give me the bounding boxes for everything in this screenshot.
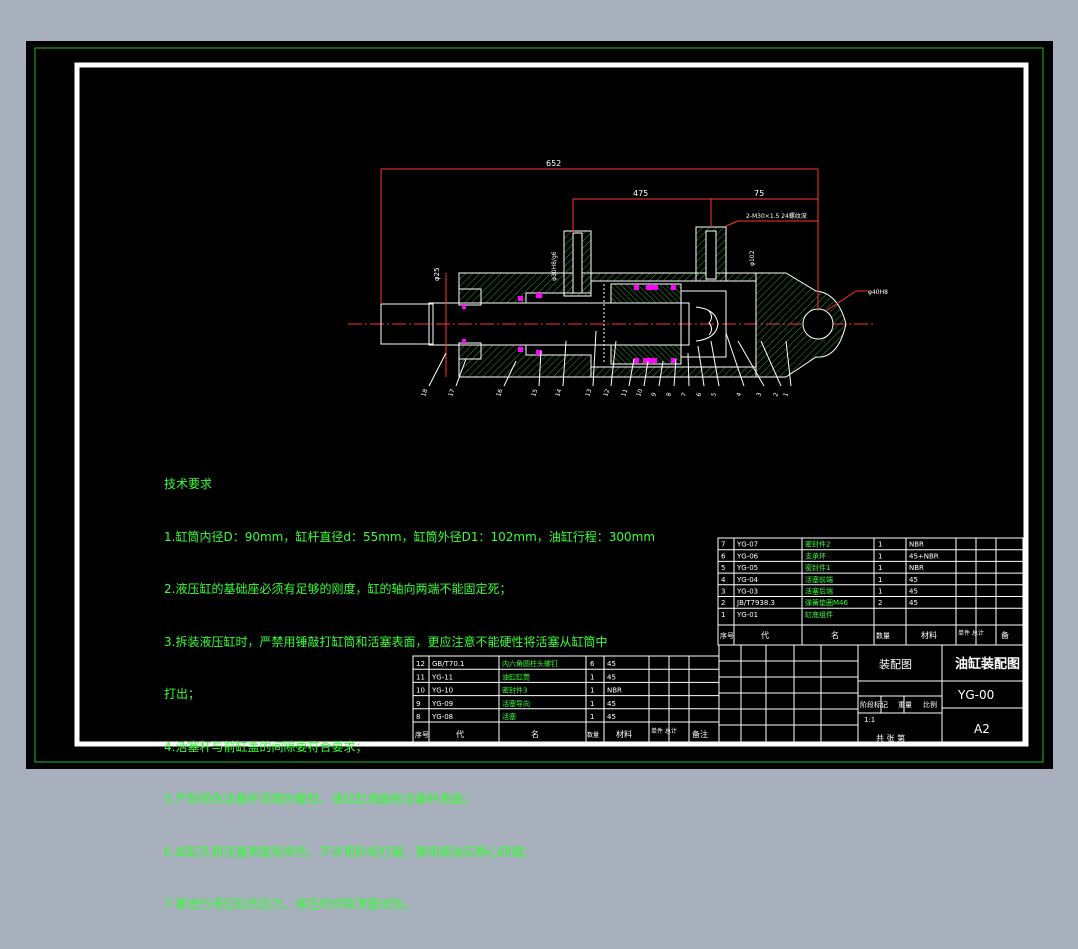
- bom-cell-code: JB/T7938.3: [736, 599, 775, 607]
- bom-cell-name: 活塞前端: [805, 575, 833, 584]
- balloon-label: 1: [782, 392, 790, 398]
- bom-cell-mat: 45: [909, 576, 918, 584]
- title-scale: 比例: [923, 700, 937, 709]
- balloon-leader: [710, 340, 720, 387]
- bom-cell-name: 弹簧垫圈M46: [805, 598, 848, 607]
- balloon-label: 3: [755, 392, 763, 398]
- notes-line-7: 6.如缸孔和活塞表面有损伤，不许用砂纸打磨，要用细油石精心研磨；: [164, 844, 536, 859]
- bom-header-no: 序号: [720, 631, 734, 640]
- notes-line-5: 4.活塞杆与前缸盖的间隙要符合要求；: [164, 739, 368, 754]
- notes-line-4: 打出；: [164, 687, 201, 701]
- bom-cell-code: YG-04: [736, 576, 759, 584]
- bom-header-code: 代: [761, 630, 769, 640]
- bom-cell-qty: 1: [878, 564, 882, 572]
- bom-cell-name: 活塞后端: [805, 587, 833, 596]
- title-block-text: 装配图 油缸装配图 YG-00 A2 阶段标记 重量 比例 1:1 共 张 第: [860, 656, 1020, 743]
- bom-cell-no: 3: [721, 588, 725, 596]
- title-weight: 重量: [898, 701, 912, 709]
- dim-phi25: φ25: [433, 267, 441, 281]
- bom-cell-name: 缸底组件: [805, 610, 833, 619]
- dim-port-spec: 2-M30×1.5 24螺纹深: [746, 212, 807, 220]
- balloon-leader: [697, 345, 705, 387]
- bom-cell-code: YG-05: [736, 564, 758, 572]
- bom-cell-code: YG-07: [736, 541, 758, 549]
- balloon-leader: [592, 330, 597, 387]
- bom-cell-mat: NBR: [909, 564, 924, 572]
- notes-line-8: 7.要进行液压缸的压力、保压时间和泄露试验。: [164, 897, 416, 911]
- balloon-label: 18: [420, 388, 429, 398]
- technical-requirements: 技术要求 1.缸筒内径D：90mm，缸杆直径d：55mm，缸筒外径D1：102m…: [164, 441, 655, 949]
- dim-75: 75: [754, 189, 764, 198]
- bom-cell-name: 密封件1: [805, 563, 830, 572]
- balloon-label: 7: [680, 392, 688, 398]
- bom-cell-qty: 2: [878, 599, 882, 607]
- cylinder-assembly: [348, 226, 876, 378]
- bom-cell-qty: 1: [878, 588, 882, 596]
- notes-line-1: 1.缸筒内径D：90mm，缸杆直径d：55mm，缸筒外径D1：102mm，油缸行…: [164, 529, 656, 544]
- bom-cell-code: YG-03: [736, 588, 758, 596]
- bom-cell-no: 7: [721, 541, 725, 549]
- bom-cell-mat: 45: [909, 599, 918, 607]
- drawing-viewport[interactable]: 652 475 75 2-M30×1.5 24螺纹深 φ25 φ30H8/g6 …: [26, 41, 1053, 911]
- balloon-label: 10: [635, 388, 644, 398]
- bom-cell-code: YG-06: [736, 552, 759, 560]
- bom-cell-mat: 45: [909, 588, 918, 596]
- balloon-leader: [687, 352, 690, 387]
- balloon-label: 17: [447, 388, 456, 398]
- balloon-label: 11: [620, 388, 629, 398]
- bom-cell-name: 密封件2: [805, 540, 830, 549]
- title-sheet-count: 共 张 第: [876, 733, 905, 743]
- balloon-label: 14: [554, 388, 563, 398]
- bom-header-weight: 单件 总计: [958, 629, 984, 637]
- title-stage: 阶段标记: [860, 700, 888, 709]
- title-main: 油缸装配图: [955, 656, 1020, 672]
- title-scale-value: 1:1: [864, 716, 875, 724]
- title-sheet-size: A2: [974, 722, 990, 736]
- bom-cell-qty: 1: [878, 552, 882, 560]
- balloon-label: 12: [602, 388, 611, 398]
- bom-header-name: 名: [831, 630, 839, 640]
- bom-cell-no: 1: [721, 611, 725, 619]
- dim-652: 652: [546, 159, 561, 168]
- dim-port-dia: φ30H8/g6: [551, 251, 558, 281]
- bom-cell-no: 4: [721, 576, 726, 584]
- bom-cell-name: 支承环: [805, 551, 826, 560]
- balloon-label: 9: [650, 392, 658, 398]
- notes-heading: 技术要求: [164, 477, 213, 491]
- balloon-label: 5: [710, 392, 718, 398]
- balloon-label: 15: [530, 388, 539, 398]
- balloon-leader: [725, 332, 745, 387]
- title-drawing-number: YG-00: [957, 688, 994, 702]
- dim-475: 475: [633, 189, 648, 198]
- bom-cell-no: 5: [721, 564, 725, 572]
- bom-cell-mat: NBR: [909, 541, 924, 549]
- notes-line-2: 2.液压缸的基础座必须有足够的刚度，缸的轴向两端不能固定死；: [164, 582, 512, 596]
- bom-header-qty: 数量: [876, 631, 890, 640]
- balloon-leader: [428, 352, 447, 387]
- bom-header-remark: 备注: [692, 729, 708, 739]
- bom-cell-code: YG-01: [736, 611, 758, 619]
- balloon-label: 6: [695, 392, 703, 398]
- dim-pin: φ40H8: [868, 289, 888, 296]
- dim-phi102: φ102: [749, 250, 756, 266]
- bom-header-remark: 备: [1001, 630, 1009, 640]
- balloon-label: 13: [584, 388, 593, 398]
- notes-line-3: 3.拆装液压缸时，严禁用锤敲打缸筒和活塞表面，更应注意不能硬性将活塞从缸筒中: [164, 634, 608, 649]
- balloon-label: 8: [665, 392, 673, 398]
- balloon-label: 16: [495, 388, 504, 398]
- bom-right-table: [717, 537, 1024, 646]
- bom-cell-no: 2: [721, 599, 725, 607]
- bom-cell-mat: 45+NBR: [909, 552, 939, 560]
- title-drawing-type: 装配图: [879, 658, 912, 671]
- balloon-label: 4: [735, 392, 743, 398]
- bom-cell-no: 6: [721, 552, 726, 560]
- bom-cell-qty: 1: [878, 576, 882, 584]
- notes-line-6: 5.严防损伤活塞杆顶端的螺纹，液压缸端面和活塞杆表面；: [164, 792, 476, 806]
- bom-header-mat: 材料: [921, 630, 937, 640]
- balloon-label: 2: [772, 392, 780, 398]
- bom-cell-qty: 1: [878, 541, 882, 549]
